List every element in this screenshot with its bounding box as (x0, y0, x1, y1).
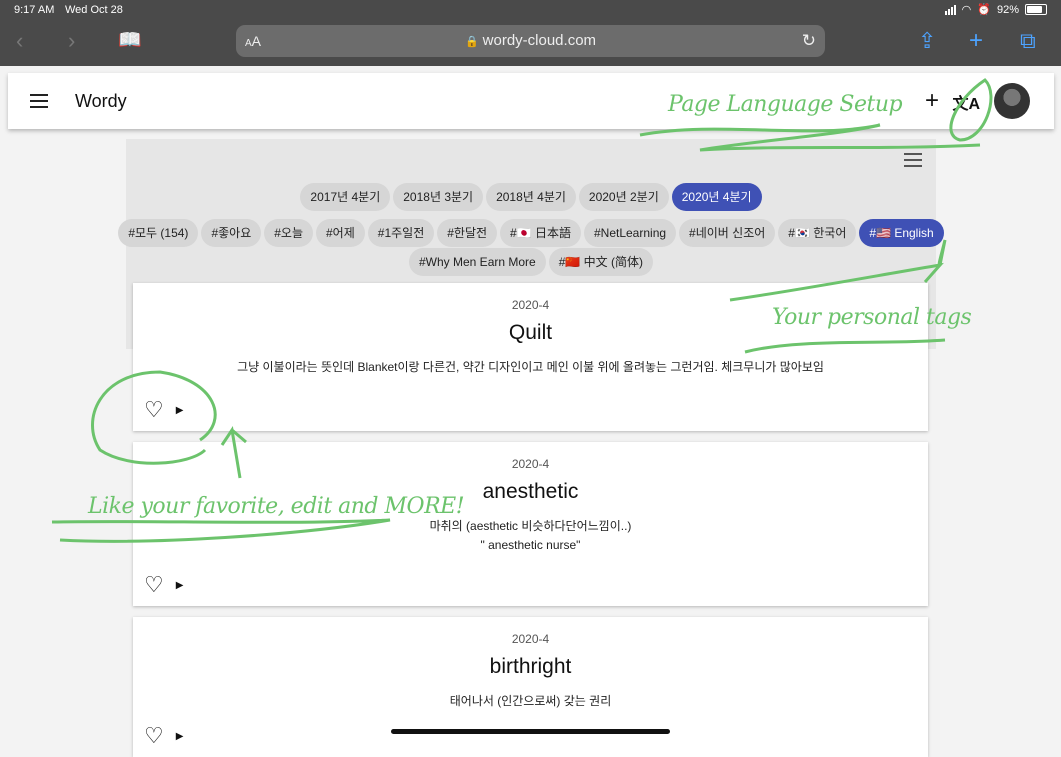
period-tab[interactable]: 2018년 4분기 (486, 183, 576, 211)
home-indicator (391, 729, 670, 734)
tag-chip[interactable]: #1주일전 (367, 219, 435, 247)
tag-list-row2: #Why Men Earn More #🇨🇳 中文 (简体) (126, 248, 936, 276)
annotation-like-edit: Like your favorite, edit and MORE! (88, 494, 465, 519)
url-text: wordy-cloud.com (482, 32, 597, 49)
tag-chip[interactable]: #어제 (316, 219, 365, 247)
address-bar[interactable]: AA 🔒 wordy-cloud.com ↻ (236, 25, 825, 57)
tabs-overview-icon[interactable]: ⧉ (1020, 30, 1036, 52)
tag-chip[interactable]: #한달전 (437, 219, 498, 247)
tag-chip[interactable]: #🇯🇵 日本語 (500, 219, 581, 247)
expand-arrow-icon[interactable]: ▶ (176, 731, 184, 742)
lock-icon: 🔒 (464, 36, 479, 48)
share-icon[interactable]: ⇪ (918, 30, 936, 52)
url-display[interactable]: 🔒 wordy-cloud.com (236, 32, 825, 49)
heart-icon[interactable]: ♡ (144, 725, 164, 747)
heart-icon[interactable]: ♡ (144, 399, 164, 421)
card-period: 2020-4 (511, 457, 550, 471)
expand-arrow-icon[interactable]: ▶ (176, 405, 184, 416)
card-period: 2020-4 (511, 632, 550, 646)
annotation-personal-tags: Your personal tags (772, 305, 972, 330)
period-tabs: 2017년 4분기 2018년 3분기 2018년 4분기 2020년 2분기 2020… (126, 183, 936, 211)
card-word: birthright (489, 655, 572, 678)
filter-settings-icon[interactable] (904, 151, 922, 167)
tag-chip[interactable]: #NetLearning (583, 219, 677, 247)
heart-icon[interactable]: ♡ (144, 574, 164, 596)
annotation-page-language: Page Language Setup (668, 92, 903, 117)
forward-icon[interactable]: › (68, 30, 75, 52)
bookmarks-icon[interactable]: 📖 (118, 30, 142, 52)
cellular-signal-icon (944, 4, 956, 15)
status-right: ◠ ⏰ 92% (944, 3, 1047, 16)
period-tab[interactable]: 2020년 4분기 (671, 183, 762, 211)
alarm-icon: ⏰ (977, 4, 991, 16)
battery-icon (1025, 4, 1047, 15)
expand-arrow-icon[interactable]: ▶ (176, 580, 184, 591)
wifi-icon: ◠ (961, 4, 972, 16)
word-card[interactable]: 2020-4 anesthetic 마취의 (aesthetic 비슷하다단어느낌이… (133, 442, 928, 606)
new-tab-icon[interactable]: + (969, 29, 983, 53)
tag-list: #모두 (154) #좋아요 #오늘 #어제 #1주일전 #한달전 #🇯🇵 日本語 #NetL… (118, 219, 944, 247)
reload-icon[interactable]: ↻ (802, 31, 816, 51)
add-word-button[interactable]: + (925, 87, 939, 115)
period-tab[interactable]: 2017년 4분기 (300, 183, 391, 211)
period-tab[interactable]: 2018년 3분기 (393, 183, 484, 211)
status-bar: 9:17 AM Wed Oct 28 ◠ ⏰ 92% (0, 0, 1061, 22)
tag-chip[interactable]: #네이버 신조어 (679, 219, 776, 247)
tag-chip[interactable]: #🇰🇷 한국어 (778, 219, 857, 247)
translate-icon[interactable]: 文A (952, 90, 980, 114)
tag-chip[interactable]: #모두 (154) (118, 219, 199, 247)
card-actions: ♡ ▶ (144, 725, 183, 747)
menu-icon[interactable] (30, 94, 48, 108)
browser-toolbar: ‹ › 📖 AA 🔒 wordy-cloud.com ↻ ⇪ + ⧉ (0, 22, 1061, 66)
tag-chip[interactable]: #Why Men Earn More (409, 248, 546, 276)
card-definition: 마취의 (aesthetic 비슷하다단어느낌이..) " anesthetic… (429, 519, 632, 552)
back-icon[interactable]: ‹ (16, 30, 23, 52)
card-definition: 그냥 이불이라는 뜻인데 Blanket이랑 다른건, 약간 디자인이고 메인 … (237, 360, 824, 374)
card-actions: ♡ ▶ (144, 574, 183, 596)
tag-chip[interactable]: #🇺🇸 English (859, 219, 944, 247)
word-card[interactable]: 2020-4 birthright 태어나서 (인간으로써) 갖는 권리 ♡ ▶ (133, 617, 928, 757)
period-tab[interactable]: 2020년 2분기 (578, 183, 669, 211)
tag-chip[interactable]: #오늘 (264, 219, 313, 247)
tag-chip[interactable]: #🇨🇳 中文 (简体) (548, 248, 653, 276)
tag-chip[interactable]: #좋아요 (201, 219, 262, 247)
avatar[interactable] (994, 83, 1030, 119)
status-time: 9:17 AM (14, 4, 55, 16)
battery-percent: 92% (996, 3, 1019, 16)
app-title: Wordy (75, 91, 127, 111)
status-date: Wed Oct 28 (65, 4, 123, 16)
card-actions: ♡ ▶ (144, 399, 183, 421)
card-definition: 태어나서 (인간으로써) 갖는 권리 (449, 694, 612, 708)
